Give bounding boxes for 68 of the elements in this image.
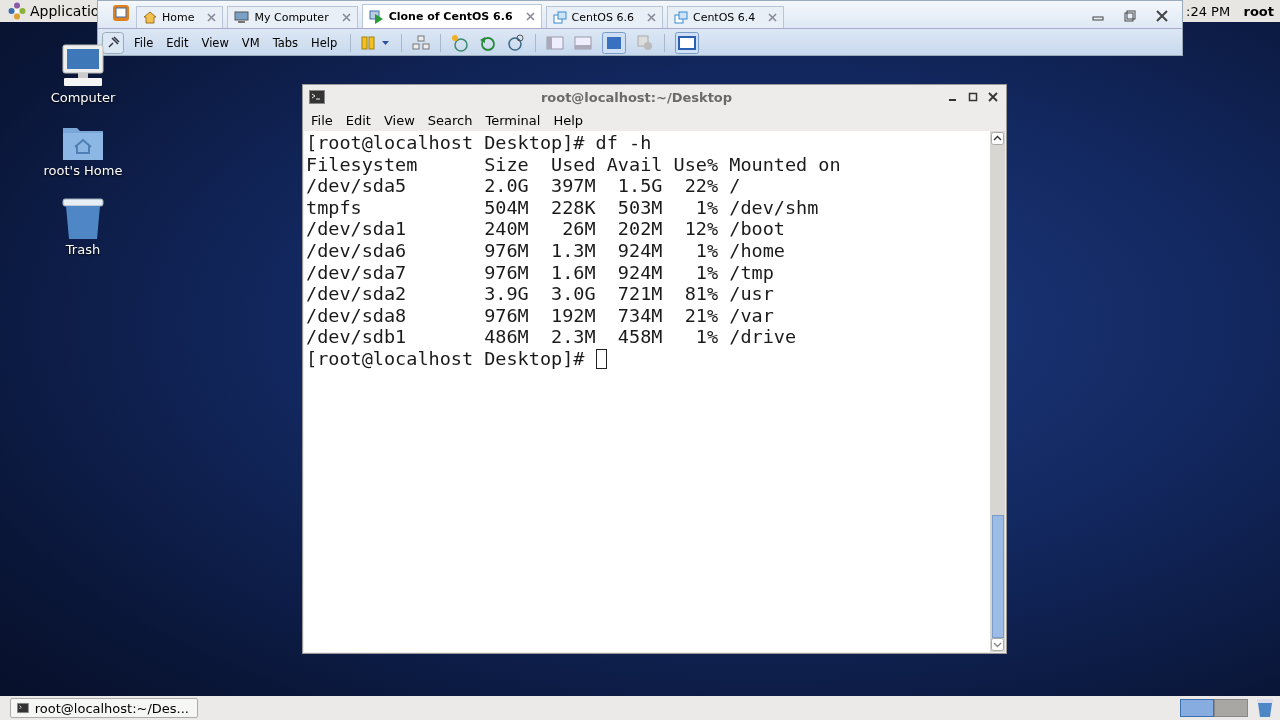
house-icon (143, 11, 157, 24)
computer-icon (234, 11, 250, 24)
terminal-line: /dev/sda8 976M 192M 734M 21% /var (306, 304, 775, 327)
trash-icon[interactable] (62, 198, 104, 240)
window-title: root@localhost:~/Desktop (539, 89, 734, 105)
close-icon[interactable] (1156, 10, 1168, 22)
menu-item[interactable]: View (201, 36, 229, 50)
vm-tab[interactable]: CentOS 6.4 (666, 6, 785, 28)
terminal-line: [root@localhost Desktop]# df -h (306, 132, 653, 154)
menu-item[interactable]: Tabs (272, 36, 299, 50)
workspace-switcher-item[interactable] (1214, 699, 1248, 717)
icon-label: root's Home (43, 163, 123, 178)
clock: :24 PM (1186, 3, 1231, 19)
snapshot-icon[interactable] (451, 34, 470, 52)
vmware-logo-icon (112, 4, 130, 22)
applications-menu[interactable]: Applicatio (30, 3, 100, 19)
pause-icon[interactable] (361, 35, 392, 51)
computer-icon[interactable] (60, 44, 106, 88)
menu-item[interactable]: Help (311, 36, 338, 50)
sidebar-icon[interactable] (546, 35, 565, 51)
menu-item[interactable]: File (311, 112, 333, 128)
terminal-prompt: [root@localhost Desktop]# (306, 347, 586, 370)
menu-item[interactable]: Edit (345, 112, 371, 128)
terminal-line: Filesystem Size Used Avail Use% Mounted on (306, 153, 842, 176)
home-folder-icon[interactable] (62, 125, 104, 161)
network-icon[interactable] (412, 35, 431, 51)
thumbnail-bar-icon[interactable] (574, 35, 593, 51)
menu-item[interactable]: File (134, 36, 154, 50)
pin-icon[interactable] (102, 32, 124, 54)
close-icon[interactable] (988, 92, 998, 102)
terminal-line: /dev/sda6 976M 1.3M 924M 1% /home (306, 239, 786, 262)
maximize-icon[interactable] (968, 92, 978, 102)
flower-icon (8, 2, 26, 20)
icon-label: Computer (50, 90, 116, 105)
play-icon (368, 9, 384, 24)
virtual-machine-icon (673, 11, 688, 24)
terminal-line: /dev/sdb1 486M 2.3M 458M 1% /drive (306, 326, 798, 348)
terminal-line: tmpfs 504M 228K 503M 1% /dev/shm (306, 196, 820, 219)
vm-tab[interactable]: Home (136, 6, 224, 28)
revert-icon[interactable] (479, 34, 498, 52)
menu-item[interactable]: Edit (166, 36, 189, 50)
scrollbar[interactable] (990, 131, 1005, 652)
vm-tab[interactable]: My Computer (227, 6, 358, 28)
terminal-icon (309, 90, 325, 104)
menu-item[interactable]: Search (427, 112, 473, 128)
user-menu[interactable]: root (1243, 3, 1274, 19)
menu-item[interactable]: View (383, 112, 415, 128)
scroll-thumb[interactable] (991, 514, 1004, 638)
snapshot-manager-icon[interactable] (507, 34, 526, 52)
terminal-line: /dev/sda2 3.9G 3.0G 721M 81% /usr (306, 283, 775, 305)
menu-item[interactable]: VM (241, 36, 260, 50)
scroll-up-icon[interactable] (991, 132, 1004, 145)
vm-tab[interactable]: CentOS 6.6 (545, 6, 663, 28)
terminal-line: /dev/sda7 976M 1.6M 924M 1% /tmp (306, 261, 775, 284)
restore-icon[interactable] (1124, 10, 1136, 22)
vm-tab[interactable]: Clone of CentOS 6.6 (361, 4, 542, 28)
terminal-icon (17, 702, 29, 714)
workspace-switcher-item[interactable] (1180, 699, 1214, 717)
fullscreen-icon[interactable] (602, 32, 627, 54)
terminal-line: /dev/sda1 240M 26M 202M 12% /boot (306, 218, 786, 240)
icon-label: Trash (65, 242, 101, 257)
terminal-line: /dev/sda5 2.0G 397M 1.5G 22% / (306, 175, 742, 197)
console-view-icon[interactable] (675, 32, 700, 54)
menu-item[interactable]: Help (553, 112, 584, 128)
taskbar-button[interactable]: root@localhost:~/Des... (10, 698, 198, 718)
scroll-down-icon[interactable] (991, 638, 1004, 651)
virtual-machine-icon (552, 11, 567, 24)
menu-item[interactable]: Terminal (485, 112, 541, 128)
